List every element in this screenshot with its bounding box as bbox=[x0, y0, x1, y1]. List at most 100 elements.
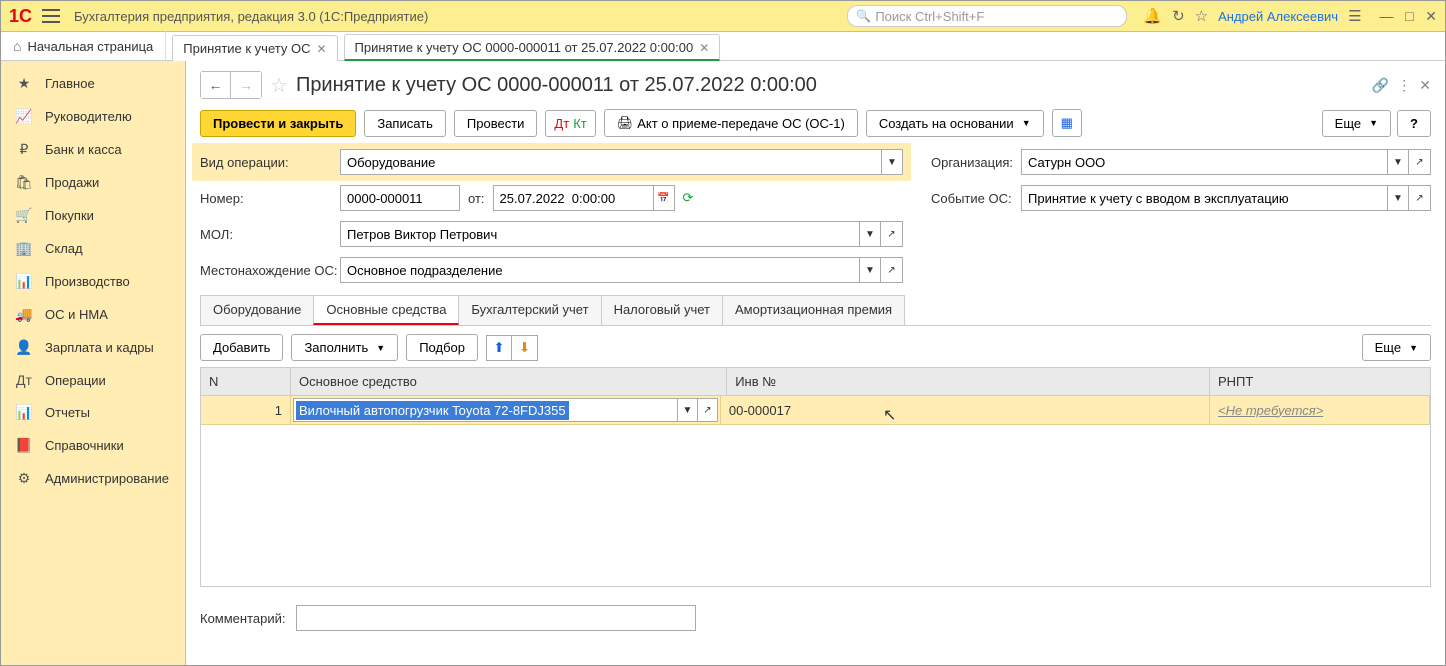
tab-accounting[interactable]: Бухгалтерский учет bbox=[458, 295, 601, 325]
tab-close-icon[interactable]: ✕ bbox=[699, 41, 709, 55]
comment-row: Комментарий: bbox=[200, 605, 1431, 631]
refresh-icon[interactable]: ⟳ bbox=[683, 190, 694, 206]
org-label: Организация: bbox=[931, 155, 1021, 170]
pick-button[interactable]: Подбор bbox=[406, 334, 478, 361]
more-label: Еще bbox=[1375, 340, 1401, 355]
mol-input[interactable] bbox=[340, 221, 859, 247]
nav-forward-button[interactable]: → bbox=[231, 72, 261, 98]
dropdown-icon[interactable]: ▼ bbox=[677, 399, 697, 421]
open-ref-icon[interactable]: ↗ bbox=[1409, 149, 1431, 175]
minimize-icon[interactable]: — bbox=[1380, 8, 1394, 24]
star-icon[interactable]: ☆ bbox=[1195, 7, 1208, 25]
table-row[interactable]: 1 Вилочный автопогрузчик Toyota 72-8FDJ3… bbox=[201, 396, 1430, 425]
location-input[interactable] bbox=[340, 257, 859, 283]
move-down-button[interactable]: ⬇ bbox=[512, 335, 538, 361]
tab-asset-list[interactable]: Принятие к учету ОС ✕ bbox=[172, 35, 337, 61]
dropdown-icon[interactable]: ▼ bbox=[1387, 149, 1409, 175]
add-row-button[interactable]: Добавить bbox=[200, 334, 283, 361]
move-up-button[interactable]: ⬆ bbox=[486, 335, 512, 361]
sidebar-item-operations[interactable]: ДтОперации bbox=[1, 364, 185, 396]
number-input[interactable] bbox=[340, 185, 460, 211]
sidebar-item-label: Администрирование bbox=[45, 471, 169, 486]
sidebar-item-purchases[interactable]: 🛒Покупки bbox=[1, 199, 185, 232]
favorite-icon[interactable]: ☆ bbox=[270, 73, 288, 98]
tab-asset-doc[interactable]: Принятие к учету ОС 0000-000011 от 25.07… bbox=[344, 34, 721, 61]
page-title: Принятие к учету ОС 0000-000011 от 25.07… bbox=[296, 74, 817, 97]
grid-header: N Основное средство Инв № РНПТ bbox=[201, 368, 1430, 396]
sidebar-item-manager[interactable]: 📈Руководителю bbox=[1, 100, 185, 133]
save-button[interactable]: Записать bbox=[364, 110, 446, 137]
post-button[interactable]: Провести bbox=[454, 110, 538, 137]
tab-equipment[interactable]: Оборудование bbox=[200, 295, 314, 325]
sidebar-item-hr[interactable]: 👤Зарплата и кадры bbox=[1, 331, 185, 364]
open-ref-icon[interactable]: ↗ bbox=[1409, 185, 1431, 211]
op-type-row: Вид операции: ▼ bbox=[192, 143, 911, 181]
close-icon[interactable]: ✕ bbox=[1425, 8, 1437, 24]
tab-label: Принятие к учету ОС 0000-000011 от 25.07… bbox=[355, 40, 694, 55]
op-type-input[interactable] bbox=[340, 149, 881, 175]
col-rnpt[interactable]: РНПТ bbox=[1210, 368, 1430, 395]
cell-asset[interactable]: Вилочный автопогрузчик Toyota 72-8FDJ355… bbox=[291, 396, 721, 424]
create-based-button[interactable]: Создать на основании▼ bbox=[866, 110, 1044, 137]
tab-fixed-assets[interactable]: Основные средства bbox=[313, 295, 459, 325]
dropdown-icon[interactable]: ▼ bbox=[859, 221, 881, 247]
dropdown-icon[interactable]: ▼ bbox=[1387, 185, 1409, 211]
nav-arrows: ← → bbox=[200, 71, 262, 99]
post-and-close-button[interactable]: Провести и закрыть bbox=[200, 110, 356, 137]
col-inv[interactable]: Инв № bbox=[727, 368, 1210, 395]
hamburger-icon[interactable] bbox=[42, 9, 60, 23]
event-input[interactable] bbox=[1021, 185, 1387, 211]
help-button[interactable]: ? bbox=[1397, 110, 1431, 137]
org-input[interactable] bbox=[1021, 149, 1387, 175]
print-act-button[interactable]: 🖨Акт о приеме-передаче ОС (ОС-1) bbox=[604, 109, 858, 137]
bell-icon[interactable]: 🔔 bbox=[1143, 7, 1162, 25]
sidebar-item-sales[interactable]: 🛍Продажи bbox=[1, 166, 185, 199]
tab-close-icon[interactable]: ✕ bbox=[316, 42, 326, 56]
open-ref-icon[interactable]: ↗ bbox=[697, 399, 717, 421]
kebab-icon[interactable]: ⋮ bbox=[1397, 77, 1411, 94]
star-icon: ★ bbox=[15, 75, 33, 92]
sidebar-item-bank[interactable]: ₽Банк и касса bbox=[1, 133, 185, 166]
sidebar-item-production[interactable]: 📊Производство bbox=[1, 265, 185, 298]
cell-rnpt[interactable]: <Не требуется> bbox=[1210, 396, 1430, 424]
dropdown-icon[interactable]: ▼ bbox=[859, 257, 881, 283]
calendar-icon[interactable]: 📅 bbox=[653, 185, 675, 211]
rnpt-link[interactable]: <Не требуется> bbox=[1218, 403, 1323, 418]
dropdown-icon[interactable]: ▼ bbox=[881, 149, 903, 175]
table-more-button[interactable]: Еще▼ bbox=[1362, 334, 1431, 361]
tab-label: Принятие к учету ОС bbox=[183, 41, 310, 56]
user-link[interactable]: Андрей Алексеевич bbox=[1218, 9, 1338, 24]
sidebar-item-warehouse[interactable]: 🏢Склад bbox=[1, 232, 185, 265]
dtkt-button[interactable]: ДтКт bbox=[545, 110, 595, 137]
structure-button[interactable]: ▦ bbox=[1052, 109, 1082, 137]
more-label: Еще bbox=[1335, 116, 1361, 131]
link-icon[interactable]: 🔗 bbox=[1372, 77, 1389, 94]
home-tab[interactable]: ⌂ Начальная страница bbox=[1, 31, 166, 60]
tab-depreciation-bonus[interactable]: Амортизационная премия bbox=[722, 295, 905, 325]
nav-back-button[interactable]: ← bbox=[201, 72, 231, 98]
sidebar-item-admin[interactable]: ⚙Администрирование bbox=[1, 462, 185, 495]
history-icon[interactable]: ↻ bbox=[1172, 7, 1185, 25]
sidebar-item-reports[interactable]: 📊Отчеты bbox=[1, 396, 185, 429]
act-label: Акт о приеме-передаче ОС (ОС-1) bbox=[637, 116, 845, 131]
sidebar-item-catalogs[interactable]: 📕Справочники bbox=[1, 429, 185, 462]
move-buttons: ⬆ ⬇ bbox=[486, 335, 538, 361]
search-input[interactable]: Поиск Ctrl+Shift+F bbox=[847, 5, 1127, 27]
maximize-icon[interactable]: □ bbox=[1405, 8, 1413, 24]
columns-icon: 📊 bbox=[15, 404, 33, 421]
sidebar-item-main[interactable]: ★Главное bbox=[1, 67, 185, 100]
fill-button[interactable]: Заполнить▼ bbox=[291, 334, 398, 361]
tab-tax[interactable]: Налоговый учет bbox=[601, 295, 723, 325]
app-menubar: 1C Бухгалтерия предприятия, редакция 3.0… bbox=[1, 1, 1445, 32]
col-asset[interactable]: Основное средство bbox=[291, 368, 727, 395]
more-button[interactable]: Еще▼ bbox=[1322, 110, 1391, 137]
open-ref-icon[interactable]: ↗ bbox=[881, 257, 903, 283]
col-n[interactable]: N bbox=[201, 368, 291, 395]
comment-input[interactable] bbox=[296, 605, 696, 631]
close-doc-icon[interactable]: ✕ bbox=[1419, 77, 1431, 94]
sidebar-item-assets[interactable]: 🚚ОС и НМА bbox=[1, 298, 185, 331]
cell-n: 1 bbox=[201, 396, 291, 424]
settings-icon[interactable]: ☰ bbox=[1348, 7, 1361, 25]
date-input[interactable] bbox=[493, 185, 653, 211]
open-ref-icon[interactable]: ↗ bbox=[881, 221, 903, 247]
